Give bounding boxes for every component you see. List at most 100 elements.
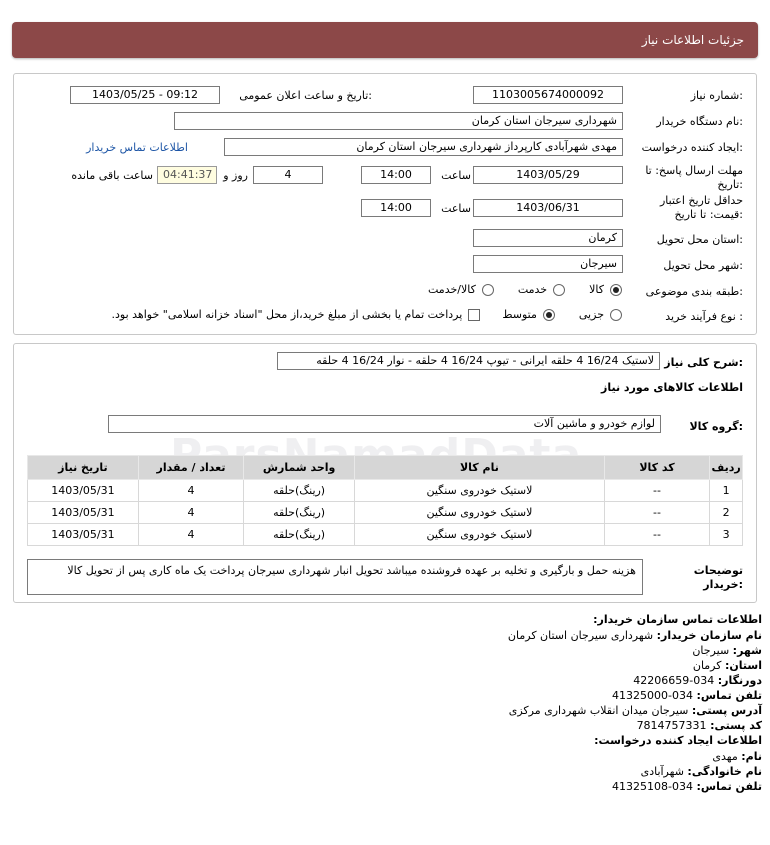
contact-fax-value: 034-42206659 <box>633 674 715 687</box>
validity-time-label: ساعت <box>441 202 471 215</box>
buyer-org-label: نام دستگاه خریدار: <box>656 115 743 128</box>
creator-label: ایجاد کننده درخواست: <box>641 141 743 154</box>
page-header: جزئیات اطلاعات نیاز <box>12 22 758 58</box>
days-label: روز و <box>223 169 248 182</box>
province-field[interactable]: کرمان <box>473 229 623 247</box>
cell-date: 1403/05/31 <box>27 479 139 502</box>
radio-service[interactable] <box>553 283 566 296</box>
category-label: طبقه بندی موضوعی: <box>645 285 743 298</box>
col-row: ردیف <box>709 455 743 480</box>
creator-name-line: نام: مهدی <box>712 750 762 763</box>
need-number-label: شماره نیاز: <box>690 89 743 102</box>
process-radio-group: جزیی متوسط پرداخت تمام یا بخشی از مبلغ خ… <box>112 308 622 321</box>
contact-city-label: شهر: <box>732 644 762 657</box>
contact-postal-label: کد پستی: <box>710 719 762 732</box>
deadline-time-field[interactable]: 14:00 <box>361 166 431 184</box>
deadline-label-1: مهلت ارسال پاسخ: تا <box>645 164 743 177</box>
validity-label-2: قیمت: تا تاریخ: <box>674 208 743 221</box>
col-date: تاریخ نیاز <box>27 455 139 480</box>
days-remaining-field[interactable]: 4 <box>253 166 323 184</box>
cell-qty: 4 <box>137 523 245 546</box>
creator-name-label: نام: <box>741 750 762 763</box>
validity-time-field[interactable]: 14:00 <box>361 199 431 217</box>
creator-family-label: نام خانوادگی: <box>687 765 762 778</box>
radio-goods-service[interactable] <box>481 283 494 296</box>
creator-info-title: اطلاعات ایجاد کننده درخواست: <box>594 734 762 747</box>
contact-org-label: نام سازمان خریدار: <box>656 629 762 642</box>
table-row[interactable]: 3 -- لاستیک خودروی سنگین (رینگ)حلقه 4 14… <box>27 523 743 546</box>
col-code: کد کالا <box>603 455 711 480</box>
contact-phone-line: تلفن تماس: 034-41325000 <box>612 689 762 702</box>
contact-city-value: سیرجان <box>692 644 730 657</box>
buyer-notes-field: هزینه حمل و بارگیری و تخلیه بر عهده فروش… <box>27 559 643 595</box>
buyer-org-field[interactable]: شهرداری سیرجان استان کرمان <box>174 112 623 130</box>
buyer-notes-label-1: توضیحات <box>693 564 743 577</box>
contact-phone-value: 034-41325000 <box>612 689 694 702</box>
cell-row: 2 <box>709 501 743 524</box>
summary-field[interactable]: لاستیک 16/24 4 حلقه ایرانی - تیوپ 16/24 … <box>277 352 660 370</box>
radio-goods-service-label: کالا/خدمت <box>428 283 476 296</box>
radio-medium-label: متوسط <box>502 308 537 321</box>
contact-org-value: شهرداری سیرجان استان کرمان <box>507 629 654 642</box>
announce-label: تاریخ و ساعت اعلان عمومی: <box>239 89 372 102</box>
validity-label-1: حداقل تاریخ اعتبار <box>659 194 743 207</box>
contact-province-line: استان: کرمان <box>693 659 762 672</box>
creator-phone-line: تلفن تماس: 034-41325108 <box>612 780 762 793</box>
creator-family-value: شهرآبادی <box>640 765 684 778</box>
contact-postal-line: کد پستی: 7814757331 <box>637 719 762 732</box>
contact-address-label: آدرس پستی: <box>691 704 762 717</box>
cell-unit: (رینگ)حلقه <box>243 501 355 524</box>
cell-row: 1 <box>709 479 743 502</box>
cell-code: -- <box>603 501 711 524</box>
buyer-contact-link[interactable]: اطلاعات تماس خریدار <box>86 141 188 154</box>
radio-goods[interactable] <box>610 283 622 296</box>
contact-fax-line: دورنگار: 034-42206659 <box>633 674 762 687</box>
city-field[interactable]: سیرجان <box>473 255 623 273</box>
need-number-field[interactable]: 1103005674000092 <box>473 86 623 104</box>
cell-name: لاستیک خودروی سنگین <box>354 501 605 524</box>
cell-date: 1403/05/31 <box>27 523 139 546</box>
cell-name: لاستیک خودروی سنگین <box>354 479 605 502</box>
col-unit: واحد شمارش <box>243 455 355 480</box>
cell-code: -- <box>603 479 711 502</box>
process-label: نوع فرآیند خرید : <box>665 310 743 323</box>
cell-unit: (رینگ)حلقه <box>243 523 355 546</box>
contact-address-line: آدرس پستی: سیرجان میدان انقلاب شهرداری م… <box>509 704 762 717</box>
goods-info-title: اطلاعات کالاهای مورد نیاز <box>601 381 743 394</box>
announce-datetime-field[interactable]: 1403/05/25 - 09:12 <box>70 86 220 104</box>
radio-service-label: خدمت <box>517 283 548 296</box>
contact-phone-label: تلفن تماس: <box>696 689 762 702</box>
contact-province-value: کرمان <box>692 659 722 672</box>
summary-label: شرح کلی نیاز: <box>664 356 743 369</box>
table-row[interactable]: 1 -- لاستیک خودروی سنگین (رینگ)حلقه 4 14… <box>27 479 743 502</box>
payment-note: پرداخت تمام یا بخشی از مبلغ خرید،از محل … <box>111 308 463 321</box>
radio-minor[interactable] <box>610 308 622 321</box>
creator-name-value: مهدی <box>712 750 738 763</box>
contact-postal-value: 7814757331 <box>636 719 707 732</box>
creator-phone-label: تلفن تماس: <box>696 780 762 793</box>
radio-goods-label: کالا <box>589 283 604 296</box>
cell-name: لاستیک خودروی سنگین <box>354 523 605 546</box>
radio-medium[interactable] <box>542 308 555 321</box>
goods-table: ردیف کد کالا نام کالا واحد شمارش تعداد /… <box>27 455 743 546</box>
remaining-label: ساعت باقی مانده <box>71 169 153 182</box>
radio-minor-label: جزیی <box>578 308 604 321</box>
category-radio-group: کالا خدمت کالا/خدمت <box>428 283 622 296</box>
goods-group-label: گروه کالا: <box>689 420 743 433</box>
cell-row: 3 <box>709 523 743 546</box>
creator-field[interactable]: مهدی شهرآبادی کارپرداز شهرداری سیرجان اس… <box>224 138 623 156</box>
treasury-checkbox[interactable] <box>468 308 481 321</box>
cell-unit: (رینگ)حلقه <box>243 479 355 502</box>
contact-city-line: شهر: سیرجان <box>692 644 762 657</box>
contact-fax-label: دورنگار: <box>717 674 762 687</box>
deadline-label-2: تاریخ: <box>717 178 743 191</box>
col-name: نام کالا <box>354 455 605 480</box>
contact-province-label: استان: <box>725 659 762 672</box>
col-qty: تعداد / مقدار <box>137 455 245 480</box>
table-row[interactable]: 2 -- لاستیک خودروی سنگین (رینگ)حلقه 4 14… <box>27 501 743 524</box>
validity-date-field[interactable]: 1403/06/31 <box>473 199 623 217</box>
buyer-notes-label-2: خریدار: <box>703 578 743 591</box>
contact-org-line: نام سازمان خریدار: شهرداری سیرجان استان … <box>508 629 762 642</box>
deadline-date-field[interactable]: 1403/05/29 <box>473 166 623 184</box>
page-title: جزئیات اطلاعات نیاز <box>641 33 744 47</box>
